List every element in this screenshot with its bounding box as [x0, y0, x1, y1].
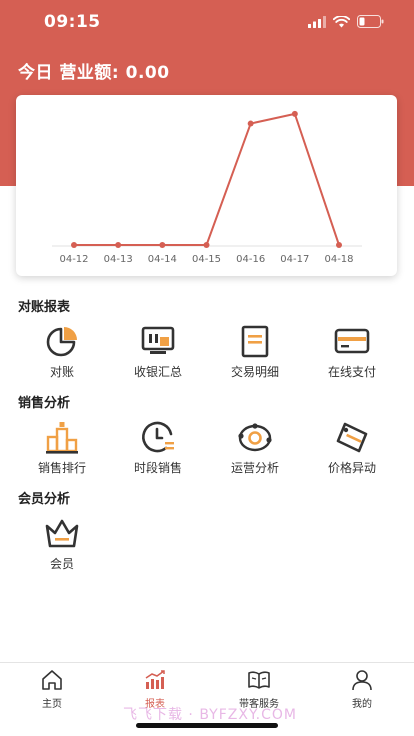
price-tag-icon — [336, 422, 368, 453]
section-title-reconciliation: 对账报表 — [18, 300, 71, 315]
menu-item-member[interactable]: 会员 — [17, 516, 107, 576]
reconciliation-grid: 对账 收银汇总 交易明细 在线支付 — [0, 324, 414, 384]
menu-item-label: 收银汇总 — [133, 365, 182, 379]
book-icon — [248, 671, 270, 689]
data-point — [115, 242, 122, 248]
crown-icon — [45, 519, 79, 548]
menu-item-label: 对账 — [49, 365, 74, 379]
home-indicator — [136, 723, 278, 728]
revenue-chart-card: 04-12 04-13 04-14 04-15 04-16 04-17 04-18 — [16, 95, 397, 276]
status-bar: 09:15 — [0, 0, 414, 44]
cash-register-icon — [141, 326, 175, 354]
x-tick-label: 04-18 — [324, 254, 353, 265]
section-title-member-analysis: 会员分析 — [18, 492, 71, 507]
data-point — [247, 120, 254, 127]
clock-icon — [142, 421, 174, 453]
status-icons — [308, 15, 384, 28]
revenue-title: 今日 营业额: 0.00 — [18, 63, 170, 83]
x-tick-label: 04-16 — [236, 254, 265, 265]
section-title-sales-analysis: 销售分析 — [18, 396, 71, 411]
wifi-icon — [333, 15, 350, 27]
x-tick-label: 04-12 — [59, 254, 88, 265]
menu-item-transaction-details[interactable]: 交易明细 — [210, 324, 300, 384]
menu-item-cash-summary[interactable]: 收银汇总 — [113, 324, 203, 384]
watermark: 飞飞下载 · BYFZXY.COM — [122, 707, 297, 723]
credit-card-icon — [334, 328, 370, 354]
tab-guest-service[interactable]: 带客服务 — [219, 669, 299, 710]
tab-reports[interactable]: 报表 — [115, 669, 195, 710]
tab-label: 主页 — [42, 699, 62, 710]
x-tick-label: 04-13 — [104, 254, 133, 265]
tab-home[interactable]: 主页 — [12, 669, 92, 710]
menu-item-label: 销售排行 — [37, 461, 86, 475]
menu-item-operation-analysis[interactable]: 运营分析 — [210, 420, 300, 480]
document-list-icon — [241, 325, 269, 358]
home-icon — [42, 670, 62, 690]
menu-item-label: 运营分析 — [230, 461, 279, 475]
signal-icon — [308, 15, 326, 28]
data-point — [336, 242, 342, 248]
x-tick-label: 04-17 — [280, 254, 309, 265]
pie-chart-icon — [46, 327, 77, 357]
tab-label: 我的 — [352, 699, 372, 710]
user-icon — [352, 670, 372, 691]
menu-item-label: 价格异动 — [327, 461, 376, 475]
tab-mine[interactable]: 我的 — [322, 669, 402, 710]
bar-chart-icon — [145, 670, 165, 689]
data-point — [159, 242, 166, 248]
x-tick-label: 04-15 — [192, 254, 221, 265]
menu-item-label: 交易明细 — [230, 365, 279, 379]
battery-icon — [357, 15, 384, 28]
data-point — [71, 242, 77, 248]
revenue-line-chart: 04-12 04-13 04-14 04-15 04-16 04-17 04-18 — [52, 110, 362, 265]
menu-item-label: 在线支付 — [327, 365, 376, 379]
revenue-series-line — [74, 112, 340, 246]
menu-item-label: 会员 — [49, 557, 74, 571]
menu-item-time-period-sales[interactable]: 时段销售 — [113, 420, 203, 480]
member-analysis-grid: 会员 — [0, 516, 414, 576]
orbit-icon — [238, 423, 272, 452]
menu-item-label: 时段销售 — [133, 461, 182, 475]
podium-icon — [46, 422, 78, 454]
menu-item-price-changes[interactable]: 价格异动 — [307, 420, 397, 480]
x-tick-label: 04-14 — [148, 254, 177, 265]
data-point — [203, 242, 210, 248]
menu-item-sales-ranking[interactable]: 销售排行 — [17, 420, 107, 480]
menu-item-reconciliation[interactable]: 对账 — [17, 324, 107, 384]
status-time: 09:15 — [44, 12, 101, 32]
menu-item-online-payment[interactable]: 在线支付 — [307, 324, 397, 384]
data-point — [291, 110, 298, 117]
sales-analysis-grid: 销售排行 时段销售 运营分析 价格异动 — [0, 420, 414, 480]
